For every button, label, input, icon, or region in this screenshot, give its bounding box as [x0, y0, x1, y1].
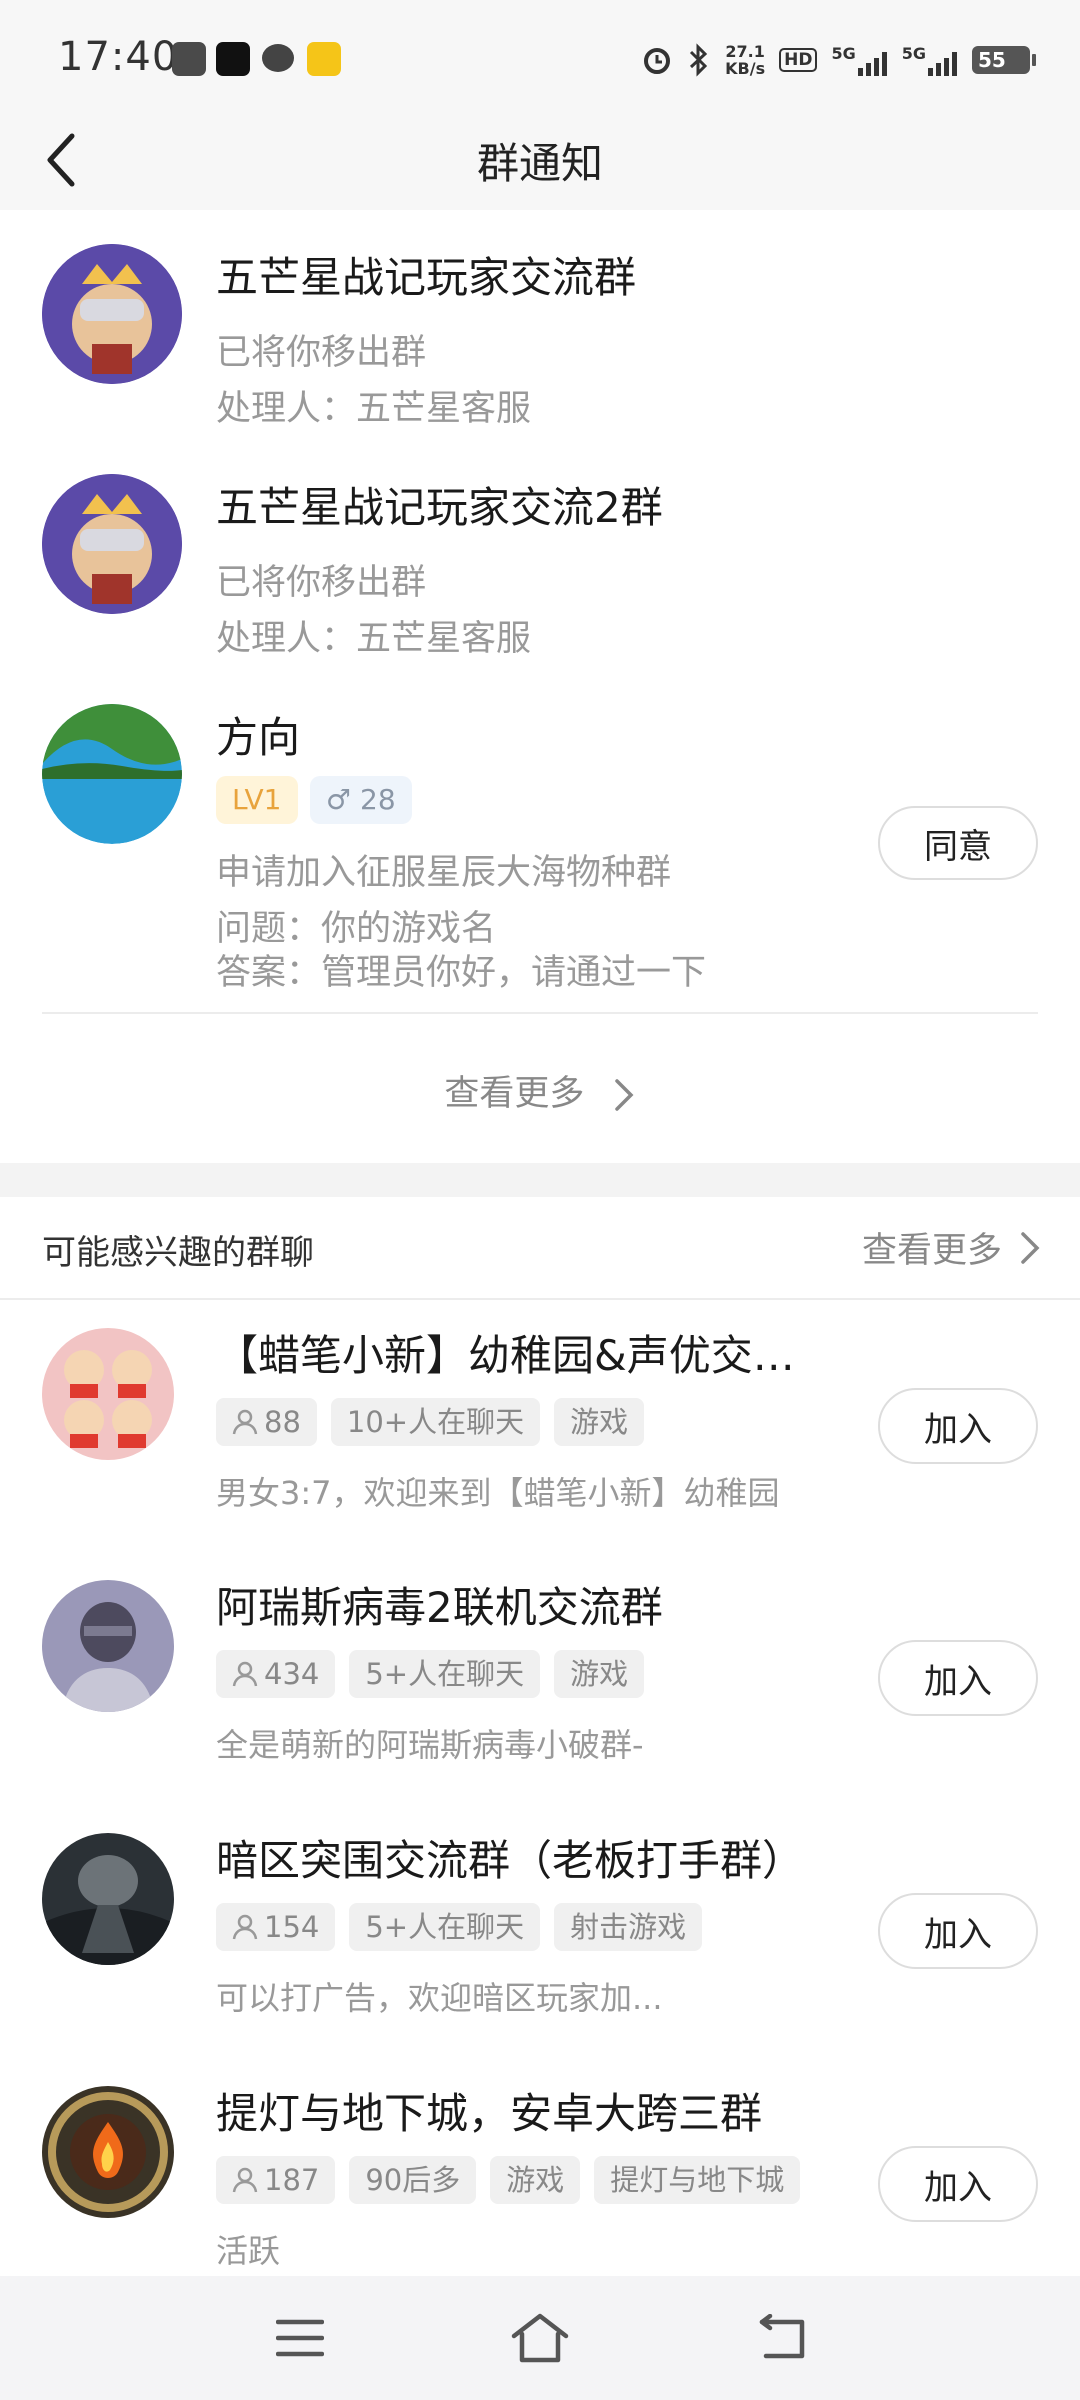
join-button[interactable]: 加入 — [878, 1388, 1038, 1464]
group-desc: 全是萌新的阿瑞斯病毒小破群- — [216, 1726, 644, 1764]
divider — [0, 1298, 1080, 1300]
bluetooth-icon — [690, 43, 708, 77]
join-button[interactable]: 加入 — [878, 2146, 1038, 2222]
group-tag: 90后多 — [349, 2156, 477, 2204]
tiktok-icon — [216, 42, 250, 76]
request-answer: 答案：管理员你好，请通过一下 — [216, 953, 707, 993]
signal-icon — [857, 52, 887, 76]
hd-badge: HD — [779, 48, 818, 72]
person-icon — [232, 1409, 258, 1435]
page-title: 群通知 — [476, 139, 603, 188]
person-icon — [232, 1661, 258, 1687]
notices-view-more[interactable]: 查看更多 — [0, 1065, 1080, 1116]
group-item[interactable]: 暗区突围交流群（老板打手群） 154 5+人在聊天 射击游戏 可以打广告，欢迎暗… — [0, 1833, 1080, 2083]
join-request-item[interactable]: 方向 LV1 ♂ 28 申请加入征服星辰大海物种群 问题：你的游戏名 答案：管理… — [0, 700, 1080, 1000]
chevron-right-icon — [614, 1079, 634, 1111]
group-item[interactable]: 【蜡笔小新】幼稚园&声优交流群 88 10+人在聊天 游戏 男女3:7，欢迎来到… — [0, 1328, 1080, 1578]
group-avatar[interactable] — [42, 2086, 174, 2218]
chat-icon — [262, 44, 294, 72]
group-tags: 154 5+人在聊天 射击游戏 — [216, 1903, 703, 1951]
status-bar: 17:40 27.1 KB/s HD 5G 5G 55 — [0, 0, 1080, 110]
group-tag: 5+人在聊天 — [349, 1903, 541, 1951]
join-button[interactable]: 加入 — [878, 1640, 1038, 1716]
home-icon — [511, 2313, 569, 2363]
member-count-tag: 187 — [216, 2156, 336, 2204]
join-button[interactable]: 加入 — [878, 1893, 1038, 1969]
mail-icon — [307, 42, 341, 76]
alarm-icon — [644, 48, 671, 74]
group-tags: 187 90后多 游戏 提灯与地下城 — [216, 2156, 801, 2204]
signal-1: 5G — [831, 44, 887, 76]
group-tag: 游戏 — [554, 1398, 645, 1446]
signal-icon — [928, 52, 957, 76]
menu-button[interactable] — [268, 2306, 332, 2370]
request-text: 申请加入征服星辰大海物种群 — [216, 853, 672, 893]
group-avatar[interactable] — [42, 1580, 174, 1712]
group-tag: 提灯与地下城 — [594, 2156, 801, 2204]
group-tag: 10+人在聊天 — [330, 1398, 541, 1446]
group-avatar[interactable] — [42, 1833, 174, 1965]
gender-age-badge: ♂ 28 — [310, 776, 412, 824]
agree-button[interactable]: 同意 — [878, 806, 1038, 880]
avatar[interactable] — [42, 704, 182, 844]
group-tags: 434 5+人在聊天 游戏 — [216, 1650, 645, 1698]
group-avatar[interactable] — [42, 1328, 174, 1460]
group-title: 【蜡笔小新】幼稚园&声优交流群 — [216, 1331, 826, 1380]
notice-title: 五芒星战记玩家交流群 — [216, 253, 637, 302]
notice-handler: 处理人：五芒星客服 — [216, 619, 532, 659]
avatar[interactable] — [42, 244, 182, 384]
menu-icon — [276, 2319, 324, 2357]
group-desc: 男女3:7，欢迎来到【蜡笔小新】幼稚园 — [216, 1474, 780, 1512]
group-desc: 活跃 — [216, 2232, 281, 2270]
system-nav-bar — [0, 2276, 1080, 2400]
requester-name: 方向 — [216, 713, 301, 762]
status-right: 27.1 KB/s HD 5G 5G 55 — [641, 38, 1036, 82]
status-time: 17:40 — [58, 34, 179, 80]
chevron-right-icon — [1021, 1231, 1040, 1264]
home-button[interactable] — [508, 2306, 572, 2370]
level-badge: LV1 — [216, 776, 298, 824]
person-icon — [232, 1914, 258, 1940]
notice-title: 五芒星战记玩家交流2群 — [216, 483, 663, 532]
person-icon — [232, 2167, 258, 2193]
divider — [42, 1012, 1038, 1014]
section-title: 可能感兴趣的群聊 — [42, 1233, 314, 1273]
group-desc: 可以打广告，欢迎暗区玩家加... — [216, 1979, 663, 2017]
group-title: 暗区突围交流群（老板打手群） — [216, 1836, 805, 1885]
member-count-tag: 88 — [216, 1398, 317, 1446]
member-count-tag: 434 — [216, 1650, 336, 1698]
network-speed: 27.1 KB/s — [725, 42, 766, 78]
group-tag: 游戏 — [490, 2156, 581, 2204]
group-tags: 88 10+人在聊天 游戏 — [216, 1398, 645, 1446]
member-count-tag: 154 — [216, 1903, 336, 1951]
group-tag: 5+人在聊天 — [349, 1650, 541, 1698]
signal-2: 5G — [902, 44, 958, 76]
group-title: 阿瑞斯病毒2联机交流群 — [216, 1583, 663, 1632]
box-app-icon — [172, 42, 206, 76]
notice-handler: 处理人：五芒星客服 — [216, 389, 532, 429]
group-tag: 游戏 — [554, 1650, 645, 1698]
notice-item[interactable]: 五芒星战记玩家交流2群 已将你移出群 处理人：五芒星客服 — [0, 470, 1080, 670]
back-icon — [759, 2314, 805, 2359]
group-item[interactable]: 阿瑞斯病毒2联机交流群 434 5+人在聊天 游戏 全是萌新的阿瑞斯病毒小破群-… — [0, 1580, 1080, 1830]
suggested-view-more[interactable]: 查看更多 — [862, 1222, 1042, 1273]
back-nav-button[interactable] — [750, 2306, 814, 2370]
notice-item[interactable]: 五芒星战记玩家交流群 已将你移出群 处理人：五芒星客服 — [0, 240, 1080, 440]
notice-status: 已将你移出群 — [216, 333, 427, 373]
avatar[interactable] — [42, 474, 182, 614]
group-tag: 射击游戏 — [554, 1903, 703, 1951]
header: 群通知 — [0, 110, 1080, 210]
notice-status: 已将你移出群 — [216, 563, 427, 603]
battery-icon: 55 — [972, 46, 1036, 74]
group-title: 提灯与地下城，安卓大跨三群 — [216, 2089, 763, 2138]
section-separator — [0, 1163, 1080, 1197]
